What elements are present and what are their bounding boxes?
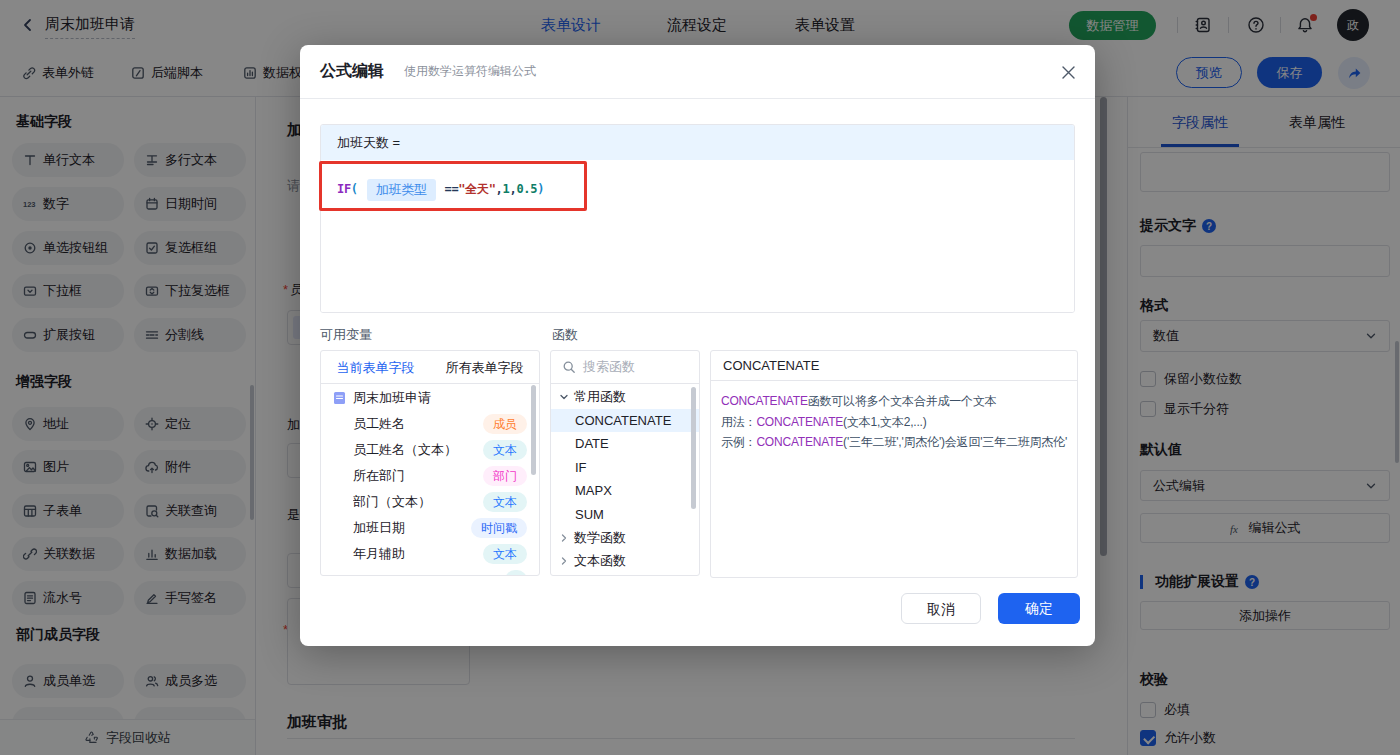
variable-row[interactable]: 年月辅助 文本 — [321, 541, 540, 567]
chevron-right-icon — [557, 531, 571, 545]
variables-tabs: 当前表单字段 所有表单字段 — [321, 351, 539, 384]
formula-input[interactable]: IF( 加班类型 =="全天",1,0.5) — [321, 160, 1074, 313]
function-item-date[interactable]: DATE — [551, 432, 700, 456]
function-group-common[interactable]: 常用函数 — [551, 385, 700, 409]
variable-row[interactable]: 员工姓名（文本） 文本 — [321, 437, 540, 463]
variable-name: 所在部门 — [353, 467, 483, 485]
confirm-button[interactable]: 确定 — [998, 593, 1080, 624]
functions-label: 函数 — [552, 326, 578, 344]
functions-panel: 搜索函数 常用函数 CONCATENATE DATE IF MAPX SUM 数… — [550, 350, 700, 576]
tab-current-form-fields[interactable]: 当前表单字段 — [321, 351, 430, 383]
formula-editor: 加班天数 = IF( 加班类型 =="全天",1,0.5) — [320, 124, 1075, 313]
variable-row[interactable]: 加班日期 时间戳 — [321, 515, 540, 541]
modal-header: 公式编辑 使用数学运算符编辑公式 — [300, 45, 1095, 99]
formula-paren: ( — [351, 182, 358, 196]
functions-scrollbar[interactable] — [691, 387, 696, 509]
formula-paren: ) — [537, 182, 544, 196]
formula-result-label: 加班天数 = — [321, 125, 1074, 160]
function-description-body: CONCATENATE函数可以将多个文本合并成一个文本 用法：CONCATENA… — [711, 381, 1077, 463]
variable-type-tag: 部门 — [483, 466, 527, 486]
modal-title: 公式编辑 — [320, 61, 384, 82]
function-group-text[interactable]: 文本函数 — [551, 550, 700, 574]
function-group-math[interactable]: 数学函数 — [551, 526, 700, 550]
description-line: CONCATENATE函数可以将多个文本合并成一个文本 — [721, 391, 1067, 412]
function-description-panel: CONCATENATE CONCATENATE函数可以将多个文本合并成一个文本 … — [710, 350, 1078, 578]
tree-root-row[interactable]: 周末加班申请 — [321, 385, 540, 411]
formula-number: 0.5 — [516, 182, 537, 196]
formula-field-chip[interactable]: 加班类型 — [367, 179, 436, 201]
variable-row[interactable]: 部门（文本） 文本 — [321, 489, 540, 515]
chevron-right-icon — [557, 554, 571, 568]
formula-operator: == — [438, 182, 459, 196]
variable-type-tag — [505, 570, 527, 576]
tree-root-label: 周末加班申请 — [353, 389, 540, 407]
variable-row-clipped[interactable] — [321, 567, 540, 576]
variable-type-tag: 文本 — [483, 440, 527, 460]
chevron-down-icon — [557, 390, 571, 404]
variable-type-tag: 时间戳 — [471, 518, 527, 538]
close-icon[interactable] — [1061, 65, 1076, 80]
function-group-label: 常用函数 — [574, 388, 626, 406]
formula-comma: , — [496, 182, 503, 196]
tab-all-form-fields[interactable]: 所有表单字段 — [430, 351, 539, 383]
formula-string: "全天" — [458, 182, 495, 196]
search-icon — [562, 360, 576, 374]
variable-type-tag: 成员 — [483, 414, 527, 434]
function-group-label: 文本函数 — [574, 552, 626, 570]
modal-subtitle: 使用数学运算符编辑公式 — [404, 63, 536, 80]
function-item-concatenate[interactable]: CONCATENATE — [551, 409, 700, 433]
variables-panel: 当前表单字段 所有表单字段 周末加班申请 员工姓名 成员 员工姓名（文本） 文本… — [320, 350, 540, 576]
cancel-button[interactable]: 取消 — [901, 593, 981, 624]
variable-type-tag: 文本 — [483, 544, 527, 564]
description-line: 示例：CONCATENATE('三年二班','周杰伦')会返回'三年二班周杰伦' — [721, 432, 1067, 453]
function-item-if[interactable]: IF — [551, 456, 700, 480]
variable-row[interactable]: 员工姓名 成员 — [321, 411, 540, 437]
formula-editor-modal: 公式编辑 使用数学运算符编辑公式 加班天数 = IF( 加班类型 =="全天",… — [300, 45, 1095, 646]
function-description-header: CONCATENATE — [711, 351, 1077, 381]
form-doc-icon — [333, 391, 346, 405]
app: 周末加班申请 表单设计 流程设定 表单设置 数据管理 政 表单外链 — [0, 0, 1400, 755]
function-item-sum[interactable]: SUM — [551, 503, 700, 527]
variables-label: 可用变量 — [320, 326, 372, 344]
formula-keyword: IF — [337, 182, 351, 196]
variable-name: 年月辅助 — [353, 545, 483, 563]
description-line: 用法：CONCATENATE(文本1,文本2,...) — [721, 412, 1067, 433]
variable-name: 部门（文本） — [353, 493, 483, 511]
function-group-label: 数学函数 — [574, 529, 626, 547]
function-item-mapx[interactable]: MAPX — [551, 479, 700, 503]
function-search[interactable]: 搜索函数 — [551, 351, 699, 384]
variable-name: 员工姓名（文本） — [353, 441, 483, 459]
variable-name: 员工姓名 — [353, 415, 483, 433]
variable-name: 加班日期 — [353, 519, 471, 537]
variables-scrollbar[interactable] — [531, 385, 536, 475]
variable-row[interactable]: 所在部门 部门 — [321, 463, 540, 489]
variable-type-tag: 文本 — [483, 492, 527, 512]
search-placeholder: 搜索函数 — [583, 358, 635, 376]
